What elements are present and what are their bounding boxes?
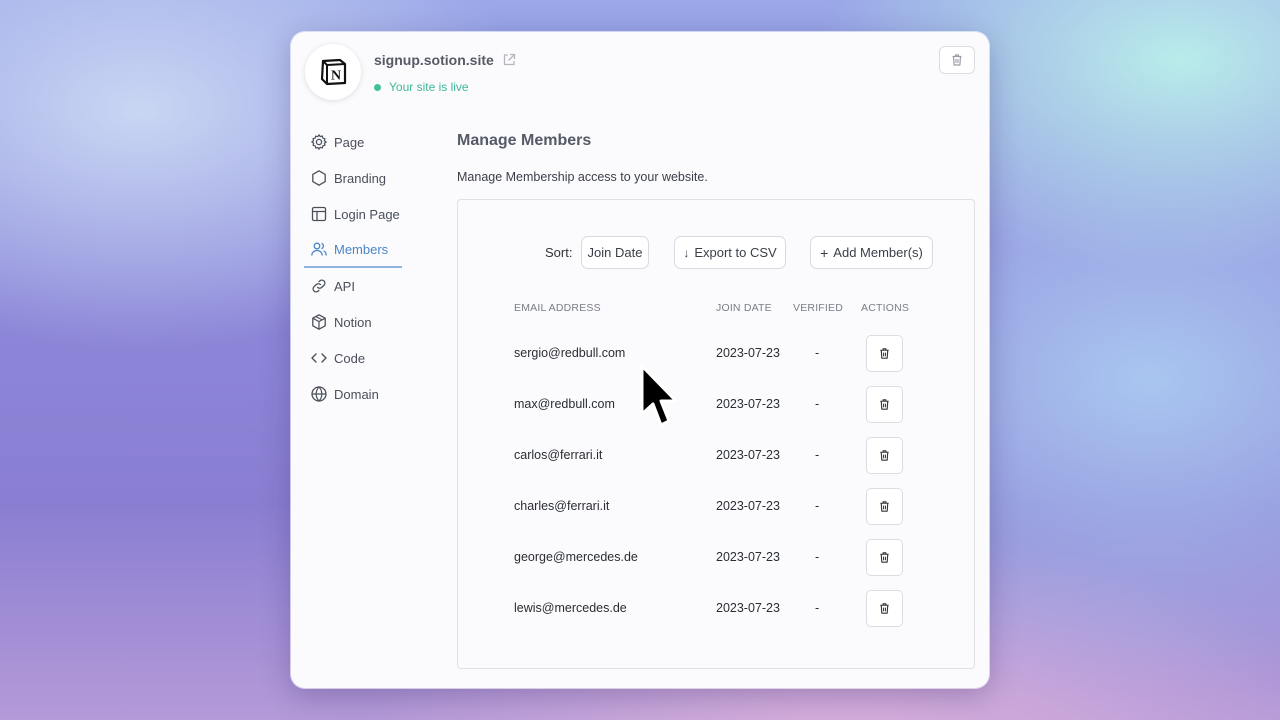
sidebar-item-label: Page <box>334 134 365 150</box>
delete-member-button[interactable] <box>866 488 903 525</box>
member-join-date: 2023-07-23 <box>716 397 780 411</box>
member-email: charles@ferrari.it <box>514 499 610 513</box>
notion-logo: N <box>305 44 361 100</box>
member-verified: - <box>815 448 820 462</box>
settings-card: N signup.sotion.site Your site is live P… <box>291 32 989 688</box>
external-link-icon[interactable] <box>502 53 516 67</box>
site-status-text: Your site is live <box>389 80 469 94</box>
live-dot-icon <box>374 83 381 91</box>
page-title: Manage Members <box>457 132 592 149</box>
hexagon-icon <box>312 170 326 186</box>
add-members-button[interactable]: + Add Member(s) <box>810 236 933 269</box>
notion-logo-icon: N <box>320 58 347 86</box>
member-email: lewis@mercedes.de <box>514 601 627 615</box>
add-members-label: Add Member(s) <box>833 245 923 260</box>
site-name: signup.sotion.site <box>374 52 516 68</box>
sidebar-item-page[interactable]: Page <box>304 124 402 160</box>
trash-icon <box>880 348 889 359</box>
trash-icon <box>952 54 962 66</box>
member-join-date: 2023-07-23 <box>716 346 780 360</box>
trash-icon <box>880 501 889 512</box>
table-row: lewis@mercedes.de 2023-07-23 - <box>458 590 974 628</box>
member-join-date: 2023-07-23 <box>716 601 780 615</box>
delete-member-button[interactable] <box>866 437 903 474</box>
delete-member-button[interactable] <box>866 539 903 576</box>
member-verified: - <box>815 346 820 360</box>
page-subtitle: Manage Membership access to your website… <box>457 170 708 184</box>
logo-letter: N <box>331 69 341 84</box>
member-email: sergio@redbull.com <box>514 346 626 360</box>
member-email: carlos@ferrari.it <box>514 448 603 462</box>
sidebar-item-login-page[interactable]: Login Page <box>304 196 402 232</box>
sidebar-nav: Page Branding Login Page Members API Not… <box>304 124 402 412</box>
globe-icon <box>311 386 327 402</box>
table-row: george@mercedes.de 2023-07-23 - <box>458 539 974 577</box>
trash-icon <box>880 450 889 461</box>
site-name-text: signup.sotion.site <box>374 52 494 68</box>
plus-icon: + <box>820 244 829 261</box>
delete-member-button[interactable] <box>866 335 903 372</box>
table-row: sergio@redbull.com 2023-07-23 - <box>458 335 974 373</box>
member-join-date: 2023-07-23 <box>716 448 780 462</box>
download-arrow-icon: ↓ <box>683 245 690 260</box>
column-header-verified: VERIFIED <box>793 302 844 314</box>
column-header-email: EMAIL ADDRESS <box>514 302 601 314</box>
column-header-actions: ACTIONS <box>861 302 910 314</box>
trash-icon <box>880 552 889 563</box>
link-icon <box>312 279 326 293</box>
sort-select-value: Join Date <box>587 245 643 260</box>
delete-site-button[interactable] <box>939 46 975 74</box>
sidebar-item-api[interactable]: API <box>304 268 402 304</box>
sidebar-item-label: Members <box>334 241 389 257</box>
delete-member-button[interactable] <box>866 590 903 627</box>
code-icon <box>311 353 327 363</box>
sidebar-item-notion[interactable]: Notion <box>304 304 402 340</box>
table-row: max@redbull.com 2023-07-23 - <box>458 386 974 424</box>
member-verified: - <box>815 397 820 411</box>
export-csv-label: Export to CSV <box>694 245 777 260</box>
export-csv-button[interactable]: ↓ Export to CSV <box>674 236 786 269</box>
site-status: Your site is live <box>374 80 469 94</box>
sidebar-item-label: Login Page <box>334 206 400 222</box>
sort-label: Sort: <box>545 245 573 260</box>
delete-member-button[interactable] <box>866 386 903 423</box>
cube-icon <box>312 314 326 330</box>
gear-icon <box>311 134 327 150</box>
sidebar-item-code[interactable]: Code <box>304 340 402 376</box>
sidebar-item-label: Branding <box>334 170 387 186</box>
member-email: george@mercedes.de <box>514 550 638 564</box>
sidebar-item-members[interactable]: Members <box>304 232 402 268</box>
member-join-date: 2023-07-23 <box>716 499 780 513</box>
sidebar-item-label: Code <box>334 350 366 366</box>
layout-icon <box>311 206 327 222</box>
sidebar-item-label: Domain <box>334 386 379 402</box>
trash-icon <box>880 603 889 614</box>
members-panel: Sort: Join Date ↓ Export to CSV + Add Me… <box>457 199 975 669</box>
sidebar-item-label: API <box>334 278 355 294</box>
table-row: charles@ferrari.it 2023-07-23 - <box>458 488 974 526</box>
column-header-join-date: JOIN DATE <box>716 302 772 314</box>
member-verified: - <box>815 601 820 615</box>
sidebar-item-domain[interactable]: Domain <box>304 376 402 412</box>
table-row: carlos@ferrari.it 2023-07-23 - <box>458 437 974 475</box>
member-email: max@redbull.com <box>514 397 615 411</box>
sidebar-item-branding[interactable]: Branding <box>304 160 402 196</box>
trash-icon <box>880 399 889 410</box>
member-verified: - <box>815 499 820 513</box>
users-icon <box>311 242 327 256</box>
member-verified: - <box>815 550 820 564</box>
member-join-date: 2023-07-23 <box>716 550 780 564</box>
mouse-cursor-icon <box>640 364 678 427</box>
sidebar-item-label: Notion <box>334 314 372 330</box>
sort-select[interactable]: Join Date <box>581 236 649 269</box>
